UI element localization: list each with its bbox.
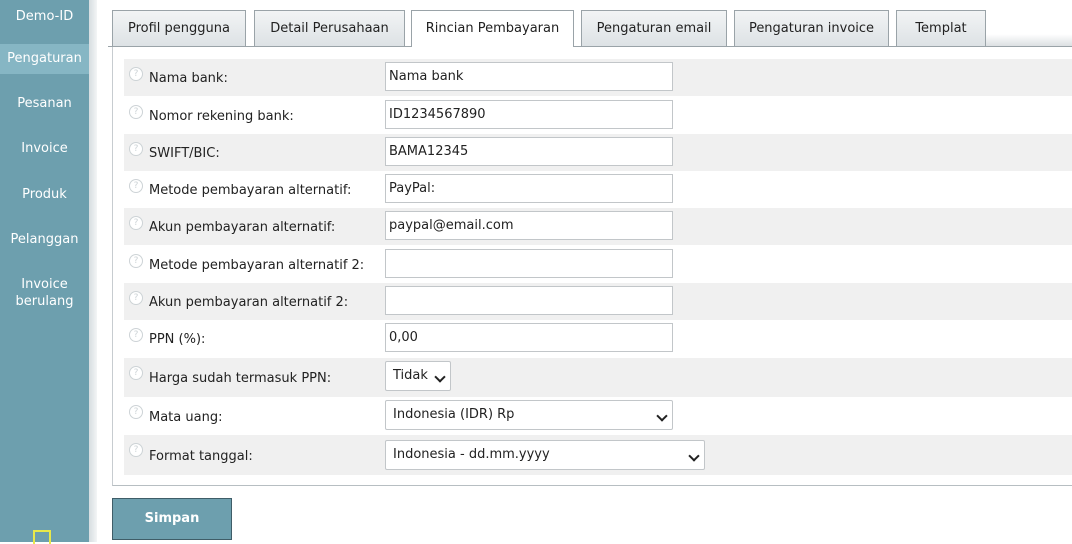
tab-profil-pengguna[interactable]: Profil pengguna — [112, 10, 246, 46]
sidebar-item-produk[interactable]: Produk — [0, 186, 89, 203]
alt-payment-account-input[interactable] — [385, 211, 673, 240]
sidebar-divider — [89, 0, 97, 542]
sidebar-item-pengaturan[interactable]: Pengaturan — [0, 44, 89, 74]
field-label: Metode pembayaran alternatif: — [149, 183, 352, 198]
currency-select[interactable]: Indonesia (IDR) Rp — [385, 400, 673, 430]
brand-label: Demo-ID — [15, 9, 74, 24]
select-value: Indonesia - dd.mm.yyyy — [393, 447, 550, 462]
help-icon[interactable]: ? — [129, 105, 143, 119]
help-icon[interactable]: ? — [129, 179, 143, 193]
chevron-down-icon — [434, 371, 446, 383]
field-label: Nomor rekening bank: — [149, 109, 294, 124]
form-row-metode-alt: ? Metode pembayaran alternatif: — [124, 171, 1072, 208]
field-label: Akun pembayaran alternatif 2: — [149, 295, 349, 310]
field-label: Metode pembayaran alternatif 2: — [149, 258, 365, 273]
help-icon[interactable]: ? — [129, 142, 143, 156]
form-row-mata-uang: ? Mata uang: Indonesia (IDR) Rp — [124, 397, 1072, 434]
help-icon[interactable]: ? — [129, 291, 143, 305]
alt-payment-method-2-input[interactable] — [385, 249, 673, 278]
help-icon[interactable]: ? — [129, 366, 143, 380]
help-icon[interactable]: ? — [129, 443, 143, 457]
vat-inclusive-select[interactable]: Tidak — [385, 361, 451, 391]
account-number-input[interactable] — [385, 100, 673, 129]
vat-percent-input[interactable] — [385, 323, 673, 352]
swift-bic-input[interactable] — [385, 137, 673, 166]
form-row-format-tanggal: ? Format tanggal: Indonesia - dd.mm.yyyy — [124, 435, 1072, 475]
form-row-ppn: ? PPN (%): — [124, 320, 1072, 357]
help-icon[interactable]: ? — [129, 216, 143, 230]
field-label: Format tanggal: — [149, 449, 253, 464]
tab-templat[interactable]: Templat — [896, 10, 986, 46]
help-icon[interactable]: ? — [129, 67, 143, 81]
field-label: Akun pembayaran alternatif: — [149, 220, 336, 235]
help-icon[interactable]: ? — [129, 254, 143, 268]
form-row-nomor-rekening: ? Nomor rekening bank: — [124, 97, 1072, 134]
tab-detail-perusahaan[interactable]: Detail Perusahaan — [254, 10, 405, 46]
sidebar-item-pesanan[interactable]: Pesanan — [0, 95, 89, 112]
help-icon[interactable]: ? — [129, 328, 143, 342]
help-icon[interactable]: ? — [129, 405, 143, 419]
select-value: Indonesia (IDR) Rp — [393, 407, 515, 422]
sidebar-item-invoice-berulang[interactable]: Invoice berulang — [0, 276, 89, 310]
field-label: Mata uang: — [149, 410, 223, 425]
sidebar-item-pelanggan[interactable]: Pelanggan — [0, 231, 89, 248]
tab-pengaturan-invoice[interactable]: Pengaturan invoice — [734, 10, 889, 46]
tab-rincian-pembayaran[interactable]: Rincian Pembayaran — [411, 10, 574, 47]
form-row-metode-alt-2: ? Metode pembayaran alternatif 2: — [124, 246, 1072, 283]
bank-name-input[interactable] — [385, 62, 673, 91]
form-row-akun-alt: ? Akun pembayaran alternatif: — [124, 208, 1072, 245]
sidebar-item-invoice[interactable]: Invoice — [0, 140, 89, 157]
save-button[interactable]: Simpan — [112, 498, 232, 540]
chevron-down-icon — [688, 450, 700, 462]
field-label: Harga sudah termasuk PPN: — [149, 371, 332, 386]
date-format-select[interactable]: Indonesia - dd.mm.yyyy — [385, 440, 705, 470]
sidebar: Demo-ID Pengaturan Pesanan Invoice Produ… — [0, 0, 89, 544]
alt-payment-method-input[interactable] — [385, 174, 673, 203]
chevron-down-icon — [656, 410, 668, 422]
form-row-nama-bank: ? Nama bank: — [124, 59, 1072, 96]
field-label: PPN (%): — [149, 332, 206, 347]
field-label: SWIFT/BIC: — [149, 146, 220, 161]
form-row-swift: ? SWIFT/BIC: — [124, 134, 1072, 171]
select-value: Tidak — [393, 368, 428, 383]
field-label: Nama bank: — [149, 71, 228, 86]
alt-payment-account-2-input[interactable] — [385, 286, 673, 315]
form-row-akun-alt-2: ? Akun pembayaran alternatif 2: — [124, 283, 1072, 320]
form-row-harga-ppn: ? Harga sudah termasuk PPN: Tidak — [124, 358, 1072, 397]
tab-pengaturan-email[interactable]: Pengaturan email — [581, 10, 727, 46]
